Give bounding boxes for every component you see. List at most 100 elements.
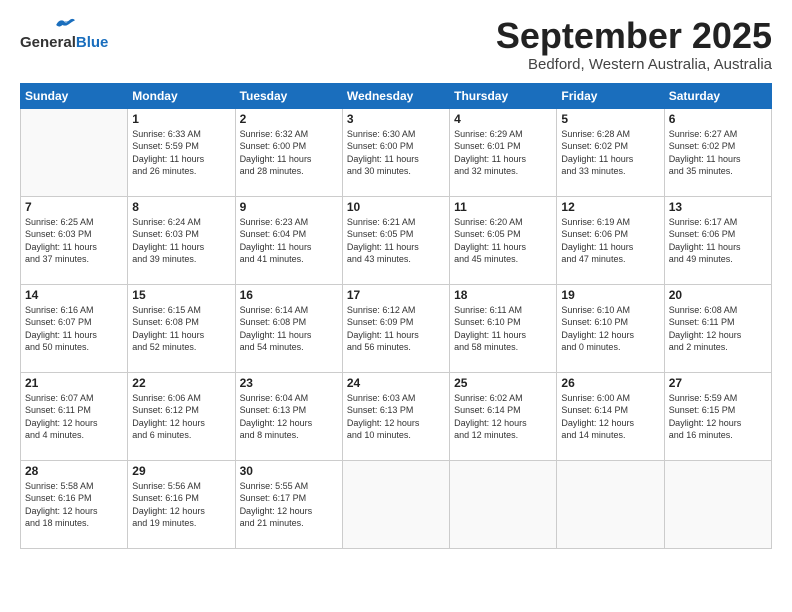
- calendar-cell: 21Sunrise: 6:07 AM Sunset: 6:11 PM Dayli…: [21, 372, 128, 460]
- day-info: Sunrise: 6:33 AM Sunset: 5:59 PM Dayligh…: [132, 128, 230, 178]
- col-header-sunday: Sunday: [21, 83, 128, 108]
- day-info: Sunrise: 6:14 AM Sunset: 6:08 PM Dayligh…: [240, 304, 338, 354]
- day-info: Sunrise: 6:19 AM Sunset: 6:06 PM Dayligh…: [561, 216, 659, 266]
- calendar-cell: [342, 460, 449, 548]
- day-info: Sunrise: 6:23 AM Sunset: 6:04 PM Dayligh…: [240, 216, 338, 266]
- day-info: Sunrise: 6:08 AM Sunset: 6:11 PM Dayligh…: [669, 304, 767, 354]
- day-info: Sunrise: 6:11 AM Sunset: 6:10 PM Dayligh…: [454, 304, 552, 354]
- calendar-cell: 17Sunrise: 6:12 AM Sunset: 6:09 PM Dayli…: [342, 284, 449, 372]
- day-number: 28: [25, 464, 123, 478]
- week-row-1: 7 Sunrise: 6:25 AM Sunset: 6:03 PM Daylig…: [21, 196, 772, 284]
- calendar-cell: 19Sunrise: 6:10 AM Sunset: 6:10 PM Dayli…: [557, 284, 664, 372]
- day-number: 9: [240, 200, 338, 214]
- day-number: 4: [454, 112, 552, 126]
- day-info: Sunrise: 6:24 AM Sunset: 6:03 PM Dayligh…: [132, 216, 230, 266]
- week-row-2: 14Sunrise: 6:16 AM Sunset: 6:07 PM Dayli…: [21, 284, 772, 372]
- calendar-cell: 30Sunrise: 5:55 AM Sunset: 6:17 PM Dayli…: [235, 460, 342, 548]
- day-number: 11: [454, 200, 552, 214]
- page: GeneralBlue September 2025 Bedford, West…: [0, 0, 792, 612]
- calendar-cell: 10 Sunrise: 6:21 AM Sunset: 6:05 PM Dayli…: [342, 196, 449, 284]
- calendar-cell: 23 Sunrise: 6:04 AM Sunset: 6:13 PM Dayli…: [235, 372, 342, 460]
- day-number: 8: [132, 200, 230, 214]
- title-section: September 2025 Bedford, Western Australi…: [496, 16, 772, 73]
- week-row-4: 28 Sunrise: 5:58 AM Sunset: 6:16 PM Dayli…: [21, 460, 772, 548]
- col-header-friday: Friday: [557, 83, 664, 108]
- day-info: Sunrise: 5:58 AM Sunset: 6:16 PM Dayligh…: [25, 480, 123, 530]
- calendar-cell: 3 Sunrise: 6:30 AM Sunset: 6:00 PM Daylig…: [342, 108, 449, 196]
- day-info: Sunrise: 6:12 AM Sunset: 6:09 PM Dayligh…: [347, 304, 445, 354]
- day-number: 27: [669, 376, 767, 390]
- day-number: 2: [240, 112, 338, 126]
- day-number: 16: [240, 288, 338, 302]
- calendar-cell: 12 Sunrise: 6:19 AM Sunset: 6:06 PM Dayli…: [557, 196, 664, 284]
- day-number: 12: [561, 200, 659, 214]
- day-number: 19: [561, 288, 659, 302]
- logo-blue-text: Blue: [76, 34, 109, 51]
- calendar-cell: 25 Sunrise: 6:02 AM Sunset: 6:14 PM Dayli…: [450, 372, 557, 460]
- header-row: SundayMondayTuesdayWednesdayThursdayFrid…: [21, 83, 772, 108]
- day-number: 29: [132, 464, 230, 478]
- day-number: 15: [132, 288, 230, 302]
- day-number: 18: [454, 288, 552, 302]
- calendar-cell: [450, 460, 557, 548]
- calendar-cell: 20 Sunrise: 6:08 AM Sunset: 6:11 PM Dayli…: [664, 284, 771, 372]
- day-info: Sunrise: 6:03 AM Sunset: 6:13 PM Dayligh…: [347, 392, 445, 442]
- logo-general-text: General: [20, 34, 76, 51]
- calendar-cell: 1 Sunrise: 6:33 AM Sunset: 5:59 PM Daylig…: [128, 108, 235, 196]
- calendar-cell: 24 Sunrise: 6:03 AM Sunset: 6:13 PM Dayli…: [342, 372, 449, 460]
- day-info: Sunrise: 6:04 AM Sunset: 6:13 PM Dayligh…: [240, 392, 338, 442]
- calendar-cell: [21, 108, 128, 196]
- day-info: Sunrise: 6:07 AM Sunset: 6:11 PM Dayligh…: [25, 392, 123, 442]
- day-number: 20: [669, 288, 767, 302]
- calendar-cell: 15 Sunrise: 6:15 AM Sunset: 6:08 PM Dayli…: [128, 284, 235, 372]
- day-number: 25: [454, 376, 552, 390]
- day-info: Sunrise: 6:25 AM Sunset: 6:03 PM Dayligh…: [25, 216, 123, 266]
- day-number: 1: [132, 112, 230, 126]
- col-header-thursday: Thursday: [450, 83, 557, 108]
- day-info: Sunrise: 6:30 AM Sunset: 6:00 PM Dayligh…: [347, 128, 445, 178]
- calendar-cell: 16 Sunrise: 6:14 AM Sunset: 6:08 PM Dayli…: [235, 284, 342, 372]
- calendar-cell: 11 Sunrise: 6:20 AM Sunset: 6:05 PM Dayli…: [450, 196, 557, 284]
- calendar-cell: 18 Sunrise: 6:11 AM Sunset: 6:10 PM Dayli…: [450, 284, 557, 372]
- header: GeneralBlue September 2025 Bedford, West…: [20, 16, 772, 73]
- day-info: Sunrise: 6:02 AM Sunset: 6:14 PM Dayligh…: [454, 392, 552, 442]
- col-header-monday: Monday: [128, 83, 235, 108]
- day-info: Sunrise: 6:28 AM Sunset: 6:02 PM Dayligh…: [561, 128, 659, 178]
- calendar-cell: 8 Sunrise: 6:24 AM Sunset: 6:03 PM Daylig…: [128, 196, 235, 284]
- day-number: 14: [25, 288, 123, 302]
- week-row-0: 1 Sunrise: 6:33 AM Sunset: 5:59 PM Daylig…: [21, 108, 772, 196]
- day-info: Sunrise: 6:20 AM Sunset: 6:05 PM Dayligh…: [454, 216, 552, 266]
- logo: GeneralBlue: [20, 16, 108, 51]
- day-info: Sunrise: 5:55 AM Sunset: 6:17 PM Dayligh…: [240, 480, 338, 530]
- calendar-cell: 26 Sunrise: 6:00 AM Sunset: 6:14 PM Dayli…: [557, 372, 664, 460]
- day-info: Sunrise: 6:32 AM Sunset: 6:00 PM Dayligh…: [240, 128, 338, 178]
- day-info: Sunrise: 6:06 AM Sunset: 6:12 PM Dayligh…: [132, 392, 230, 442]
- col-header-wednesday: Wednesday: [342, 83, 449, 108]
- calendar-cell: 2 Sunrise: 6:32 AM Sunset: 6:00 PM Daylig…: [235, 108, 342, 196]
- calendar-cell: [664, 460, 771, 548]
- calendar-cell: 27 Sunrise: 5:59 AM Sunset: 6:15 PM Dayli…: [664, 372, 771, 460]
- calendar-cell: 5Sunrise: 6:28 AM Sunset: 6:02 PM Daylig…: [557, 108, 664, 196]
- month-title: September 2025: [496, 16, 772, 56]
- day-number: 3: [347, 112, 445, 126]
- day-info: Sunrise: 6:21 AM Sunset: 6:05 PM Dayligh…: [347, 216, 445, 266]
- day-number: 10: [347, 200, 445, 214]
- day-info: Sunrise: 5:59 AM Sunset: 6:15 PM Dayligh…: [669, 392, 767, 442]
- day-info: Sunrise: 6:15 AM Sunset: 6:08 PM Dayligh…: [132, 304, 230, 354]
- week-row-3: 21Sunrise: 6:07 AM Sunset: 6:11 PM Dayli…: [21, 372, 772, 460]
- day-number: 13: [669, 200, 767, 214]
- day-info: Sunrise: 6:00 AM Sunset: 6:14 PM Dayligh…: [561, 392, 659, 442]
- calendar-cell: 29Sunrise: 5:56 AM Sunset: 6:16 PM Dayli…: [128, 460, 235, 548]
- day-number: 22: [132, 376, 230, 390]
- day-number: 23: [240, 376, 338, 390]
- day-number: 26: [561, 376, 659, 390]
- calendar-cell: 13Sunrise: 6:17 AM Sunset: 6:06 PM Dayli…: [664, 196, 771, 284]
- calendar-cell: 28 Sunrise: 5:58 AM Sunset: 6:16 PM Dayli…: [21, 460, 128, 548]
- calendar-cell: 4Sunrise: 6:29 AM Sunset: 6:01 PM Daylig…: [450, 108, 557, 196]
- day-number: 7: [25, 200, 123, 214]
- location-subtitle: Bedford, Western Australia, Australia: [496, 56, 772, 73]
- calendar-cell: 22 Sunrise: 6:06 AM Sunset: 6:12 PM Dayli…: [128, 372, 235, 460]
- calendar-cell: 9 Sunrise: 6:23 AM Sunset: 6:04 PM Daylig…: [235, 196, 342, 284]
- calendar-table: SundayMondayTuesdayWednesdayThursdayFrid…: [20, 83, 772, 549]
- day-number: 24: [347, 376, 445, 390]
